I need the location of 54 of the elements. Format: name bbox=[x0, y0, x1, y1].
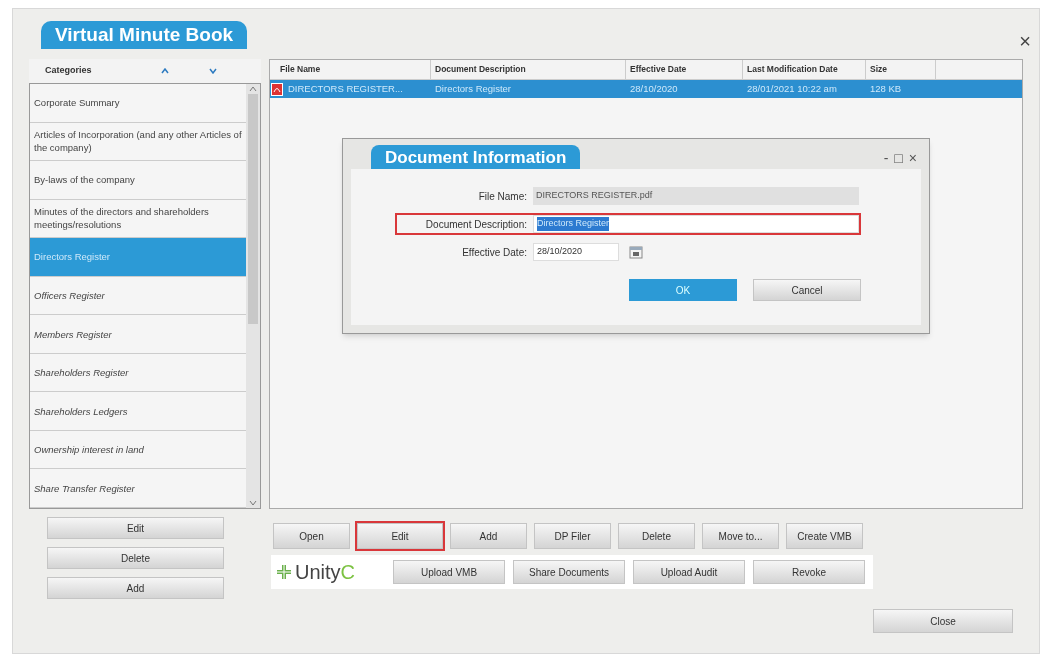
column-header: Categories bbox=[45, 64, 93, 78]
column-header[interactable]: Last Modification Date bbox=[743, 60, 866, 79]
toolbar-button[interactable]: Move to... bbox=[702, 523, 779, 549]
scroll-up-icon[interactable] bbox=[249, 86, 257, 92]
window-control[interactable]: × bbox=[908, 151, 917, 165]
toolbar-button[interactable]: Edit bbox=[357, 523, 443, 549]
unity-button[interactable]: Revoke bbox=[753, 560, 865, 584]
category-item[interactable]: Shareholders Ledgers bbox=[30, 392, 246, 431]
category-action-button[interactable]: Delete bbox=[47, 547, 224, 569]
column-header[interactable]: Size bbox=[866, 60, 936, 79]
logo-text: UnityC bbox=[295, 560, 356, 585]
category-item[interactable]: Ownership interest in land bbox=[30, 430, 246, 470]
table-cell-text: 28/10/2020 bbox=[629, 81, 679, 96]
scrollbar[interactable] bbox=[246, 84, 260, 508]
category-item[interactable]: Share Transfer Register bbox=[30, 469, 246, 508]
toolbar-button[interactable]: Create VMB bbox=[786, 523, 863, 549]
window-control[interactable]: □ bbox=[894, 151, 903, 165]
category-action-button[interactable]: Edit bbox=[47, 517, 224, 539]
toolbar-button[interactable]: DP Filer bbox=[534, 523, 611, 549]
input-field[interactable]: Directors Register bbox=[533, 215, 859, 233]
close-button[interactable]: × bbox=[1019, 31, 1031, 51]
category-action-button[interactable]: Add bbox=[47, 577, 224, 599]
unity-button[interactable]: Upload Audit bbox=[633, 560, 745, 584]
category-item[interactable]: Corporate Summary bbox=[30, 84, 246, 123]
field-label: Effective Date: bbox=[461, 245, 528, 260]
input-field[interactable]: 28/10/2020 bbox=[533, 243, 619, 261]
table-cell-text: 28/01/2021 10:22 am bbox=[746, 81, 838, 96]
table-cell-text: Directors Register bbox=[434, 81, 513, 96]
table-cell-text: 128 KB bbox=[869, 81, 903, 96]
toolbar-button[interactable]: Open bbox=[273, 523, 350, 549]
table-cell-text: DIRECTORS REGISTER... bbox=[287, 81, 404, 96]
field-label: File Name: bbox=[477, 189, 528, 204]
scroll-down-icon[interactable] bbox=[249, 500, 257, 506]
toolbar-button[interactable]: Add bbox=[450, 523, 527, 549]
column-header[interactable]: File Name bbox=[276, 60, 431, 79]
unity-button[interactable]: Upload VMB bbox=[393, 560, 505, 584]
close-button[interactable]: Close bbox=[873, 609, 1013, 633]
category-item[interactable]: By-laws of the company bbox=[30, 161, 246, 200]
calendar-icon[interactable] bbox=[629, 245, 643, 259]
category-item[interactable]: Articles of Incorporation (and any other Articles of the company) bbox=[30, 122, 246, 162]
unity-button[interactable]: Share Documents bbox=[513, 560, 625, 584]
dialog-title: Document Information bbox=[371, 145, 581, 171]
toolbar-button[interactable]: Delete bbox=[618, 523, 695, 549]
column-header[interactable]: Effective Date bbox=[626, 60, 743, 79]
category-item[interactable]: Shareholders Register bbox=[30, 353, 246, 393]
window-control[interactable]: - bbox=[883, 151, 889, 165]
cross-logo-icon bbox=[277, 565, 291, 579]
category-item[interactable]: Officers Register bbox=[30, 276, 246, 316]
category-item[interactable]: Minutes of the directors and shareholders meetings/resolutions bbox=[30, 199, 246, 239]
category-item[interactable]: Members Register bbox=[30, 315, 246, 354]
column-header[interactable]: Document Description bbox=[431, 60, 626, 79]
field-label: Document Description: bbox=[424, 217, 528, 232]
dialog-button[interactable]: Cancel bbox=[753, 279, 861, 301]
window-title: Virtual Minute Book bbox=[41, 21, 248, 49]
